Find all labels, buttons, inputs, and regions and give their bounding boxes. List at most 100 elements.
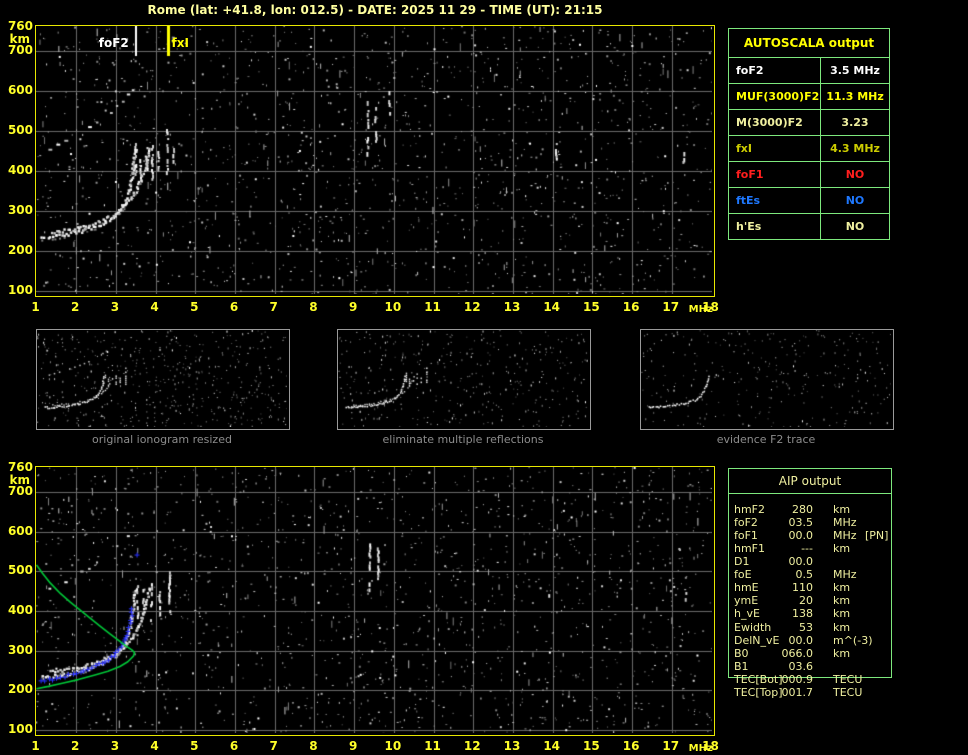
x-tick-label: 17 — [662, 739, 680, 753]
autoscala-row-m3000f2: M(3000)F2 3.23 — [729, 109, 889, 135]
aip-row-hmf2: hmF2 280 km — [728, 503, 904, 516]
page-title: Rome (lat: +41.8, lon: 012.5) - DATE: 20… — [147, 3, 603, 17]
x-tick-label: 11 — [424, 300, 441, 314]
aip-param-unit: km — [833, 594, 851, 608]
x-tick-label: 16 — [622, 300, 640, 314]
y-tick-label: 500 — [7, 563, 33, 578]
thumbnail-caption-original: original ionogram resized — [92, 433, 232, 446]
aip-param-value: 00.0 — [788, 633, 814, 647]
aip-row-tectop: TEC[Top] 001.7 TECU — [728, 686, 904, 699]
marker-label-fxi: fxI — [171, 36, 189, 50]
autoscala-row-value: NO — [845, 220, 865, 233]
autoscala-row-label: foF2 — [729, 58, 821, 83]
x-tick-label: 4 — [150, 739, 159, 753]
autoscala-row-value: 4.3 MHz — [830, 142, 880, 155]
aip-param-value: 110 — [792, 581, 813, 595]
thumbnail-original-canvas — [37, 330, 287, 427]
x-tick-label: 5 — [190, 739, 199, 753]
thumbnail-evidence-f2 — [640, 329, 894, 430]
y-tick-label: 100 — [7, 283, 33, 297]
autoscala-row-hes: h'Es NO — [729, 213, 889, 239]
x-tick-label: 5 — [190, 300, 199, 314]
x-tick-label: 11 — [424, 739, 441, 753]
thumbnail-evidence-canvas — [641, 330, 891, 427]
top-ionogram-plot — [35, 25, 715, 297]
x-tick-label: 2 — [71, 739, 80, 753]
x-tick-label: 1 — [31, 300, 40, 314]
aip-param-value: 00.0 — [788, 555, 814, 569]
aip-param-unit: MHz — [833, 516, 857, 530]
autoscala-row-fof2: foF2 3.5 MHz — [729, 58, 889, 83]
aip-param-unit: km — [833, 607, 851, 621]
aip-output-header: AIP output — [729, 469, 891, 494]
x-tick-label: 9 — [348, 739, 358, 753]
aip-row-fof2: foF2 03.5 MHz — [728, 516, 904, 529]
autoscala-row-label: foF1 — [729, 162, 821, 187]
aip-param-value: 280 — [792, 503, 813, 516]
y-tick-label: 500 — [7, 123, 33, 137]
aip-row-b1: B1 03.6 — [728, 660, 904, 673]
aip-param-value: 53 — [799, 620, 813, 634]
aip-row-d1: D1 00.0 — [728, 555, 904, 568]
autoscala-row-value: 3.23 — [841, 116, 869, 129]
aip-param-value: 001.7 — [781, 685, 814, 699]
x-tick-label: 14 — [543, 739, 561, 753]
aip-row-hme: hmE 110 km — [728, 581, 904, 594]
x-tick-label: 12 — [463, 739, 481, 753]
aip-param-value: 0.5 — [795, 568, 814, 582]
autoscala-row-muf3000f2: MUF(3000)F2 11.3 MHz — [729, 83, 889, 109]
y-tick-label: 200 — [7, 243, 33, 257]
aip-param-unit: km — [833, 646, 851, 660]
autoscala-row-label: MUF(3000)F2 — [729, 84, 821, 109]
aip-row-foe: foE 0.5 MHz — [728, 568, 904, 581]
autoscala-screen: Rome (lat: +41.8, lon: 012.5) - DATE: 20… — [0, 0, 968, 755]
aip-param-unit: MHz — [833, 568, 857, 582]
aip-param-unit: km — [833, 542, 851, 556]
autoscala-output-rows: foF2 3.5 MHz MUF(3000)F2 11.3 MHz M(3000)F2 3… — [729, 58, 889, 239]
aip-param-unit: TECU — [833, 672, 863, 686]
aip-param-value: 000.9 — [781, 672, 814, 686]
x-tick-label: 12 — [463, 300, 481, 314]
x-axis-unit-label: MHz — [688, 743, 713, 754]
thumbnail-caption-eliminate: eliminate multiple reflections — [382, 433, 544, 446]
autoscala-output-panel: AUTOSCALA output foF2 3.5 MHz MUF(3000)F2 1… — [728, 28, 890, 240]
x-tick-label: 3 — [110, 300, 120, 314]
aip-param-value: 03.5 — [788, 516, 814, 530]
x-axis-unit-label: MHz — [688, 304, 713, 315]
autoscala-row-value: 3.5 MHz — [830, 64, 880, 77]
autoscala-row-fof1: foF1 NO — [729, 161, 889, 187]
x-tick-label: 13 — [503, 300, 521, 314]
y-tick-label: 300 — [7, 642, 33, 657]
y-tick-label: 600 — [7, 523, 33, 538]
x-tick-label: 7 — [269, 300, 278, 314]
autoscala-row-value: NO — [845, 168, 865, 181]
aip-param-value: 138 — [792, 607, 813, 621]
aip-param-unit: m^(-3) — [833, 633, 873, 647]
y-axis-unit-label: km — [9, 32, 30, 46]
bottom-ionogram-plot — [35, 466, 715, 736]
aip-row-fof1: foF1 00.0 MHz [PN] — [728, 529, 904, 542]
x-tick-label: 14 — [543, 300, 561, 314]
x-tick-label: 9 — [348, 300, 358, 314]
autoscala-row-label: M(3000)F2 — [729, 110, 821, 135]
aip-row-delnve: DelN_vE 00.0 m^(-3) — [728, 634, 904, 647]
aip-param-unit: MHz — [833, 529, 857, 543]
aip-param-value: 03.6 — [788, 659, 814, 673]
thumbnail-eliminate-reflections — [337, 329, 591, 430]
aip-param-unit: km — [833, 581, 851, 595]
x-tick-label: 8 — [309, 300, 318, 314]
marker-label-fof2: foF2 — [98, 36, 129, 50]
y-tick-label: 400 — [7, 163, 33, 177]
x-tick-label: 6 — [229, 300, 239, 314]
x-tick-label: 13 — [503, 739, 521, 753]
x-tick-label: 6 — [229, 739, 239, 753]
x-tick-label: 7 — [269, 739, 278, 753]
thumbnail-original-ionogram — [36, 329, 290, 430]
x-tick-label: 10 — [384, 739, 402, 753]
x-tick-label: 15 — [583, 739, 600, 753]
x-tick-label: 4 — [150, 300, 159, 314]
bottom-ionogram-canvas — [36, 467, 712, 733]
autoscala-row-ftes: ftEs NO — [729, 187, 889, 213]
thumbnail-eliminate-canvas — [338, 330, 588, 427]
y-tick-label: 760 — [7, 460, 33, 474]
